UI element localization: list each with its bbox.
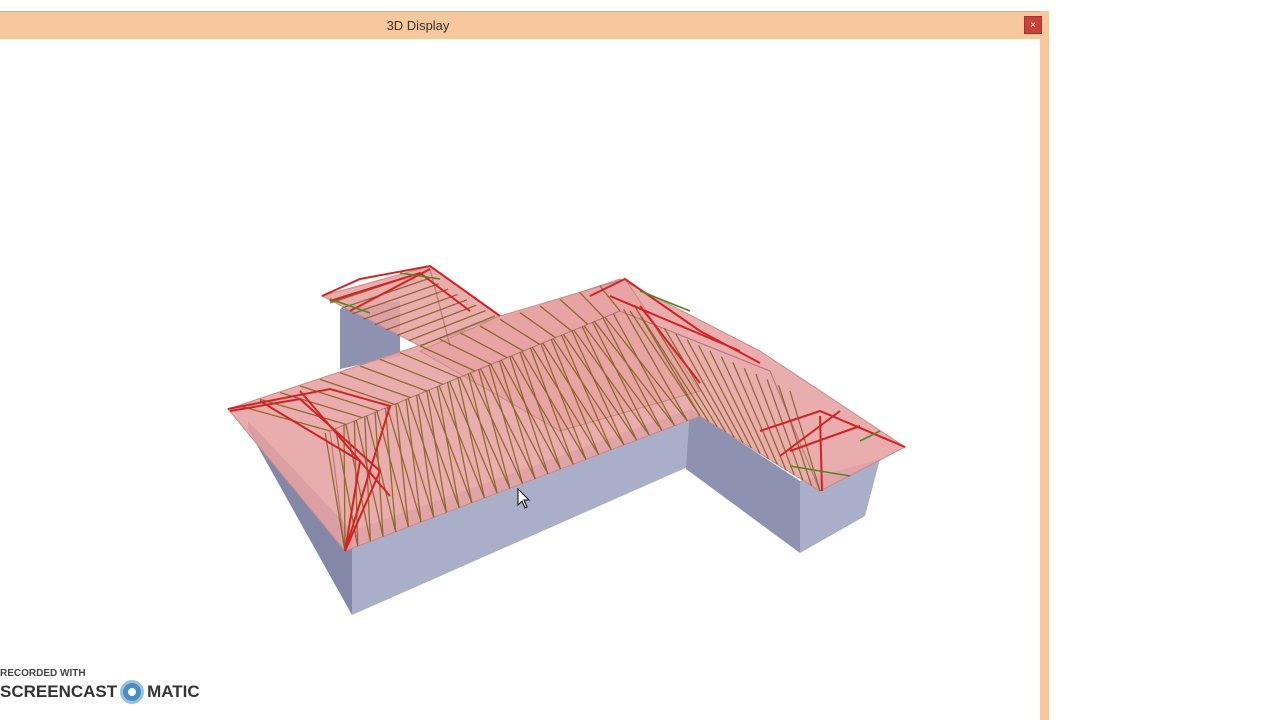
- close-button[interactable]: ×: [1024, 16, 1042, 34]
- watermark-left: SCREENCAST: [0, 682, 118, 701]
- screencast-logo-icon: [120, 680, 145, 704]
- title-bar[interactable]: 3D Display ×: [0, 11, 1042, 39]
- 3d-display-window: 3D Display ×: [0, 11, 1049, 720]
- watermark-main: SCREENCAST MATIC: [0, 680, 200, 704]
- roof-model-render[interactable]: [0, 39, 1040, 720]
- mouse-pointer-icon: [517, 487, 531, 515]
- screencast-watermark: RECORDED WITH SCREENCAST MATIC: [0, 668, 200, 704]
- watermark-line1: RECORDED WITH: [0, 668, 86, 679]
- watermark-right: MATIC: [147, 682, 200, 701]
- window-title: 3D Display: [386, 18, 450, 33]
- 3d-viewport[interactable]: [0, 39, 1040, 720]
